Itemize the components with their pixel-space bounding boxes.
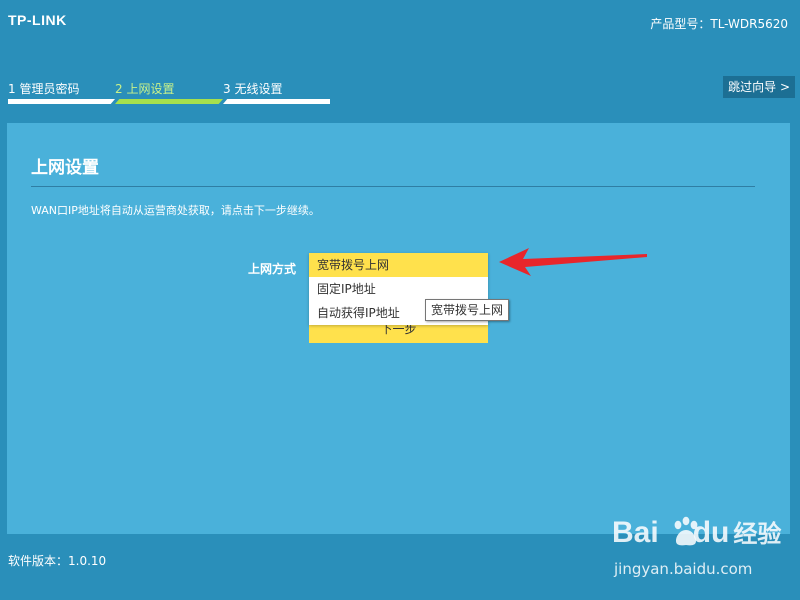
baidu-jingyan-watermark: Bai du 经验 jingyan.baidu.com <box>612 514 781 584</box>
watermark-logo-jingyan: 经验 <box>733 521 782 548</box>
option-pppoe[interactable]: 宽带拨号上网 <box>309 253 488 277</box>
watermark-logo-bai: Bai <box>612 516 659 549</box>
option-tooltip: 宽带拨号上网 <box>425 299 510 321</box>
step-wireless-settings: 3 无线设置 <box>223 82 283 96</box>
step-bar-2-active <box>115 99 223 104</box>
software-version: 软件版本：1.0.10 <box>8 554 107 568</box>
page-title: 上网设置 <box>31 158 99 178</box>
watermark-url: jingyan.baidu.com <box>614 560 753 578</box>
red-arrow-annotation <box>499 248 647 276</box>
option-static-ip[interactable]: 固定IP地址 <box>309 277 488 301</box>
tp-link-logo: TP-LINK <box>8 12 67 28</box>
internet-settings-panel: 上网设置 WAN口IP地址将自动从运营商处获取，请点击下一步继续。 上网方式 下… <box>7 123 790 534</box>
baidu-paw-icon <box>674 516 698 546</box>
connection-type-label: 上网方式 <box>248 262 297 276</box>
product-model: 产品型号：TL-WDR5620 <box>650 17 788 31</box>
step-internet-settings: 2 上网设置 <box>115 82 175 96</box>
skip-wizard-button[interactable]: 跳过向导 > <box>723 76 795 98</box>
step-bar-3 <box>223 99 330 104</box>
step-admin-password: 1 管理员密码 <box>8 82 80 96</box>
step-bar-1 <box>8 99 115 104</box>
wizard-steps: 1 管理员密码 2 上网设置 3 无线设置 <box>8 80 330 104</box>
wan-description: WAN口IP地址将自动从运营商处获取，请点击下一步继续。 <box>31 204 320 217</box>
title-divider <box>31 186 755 187</box>
